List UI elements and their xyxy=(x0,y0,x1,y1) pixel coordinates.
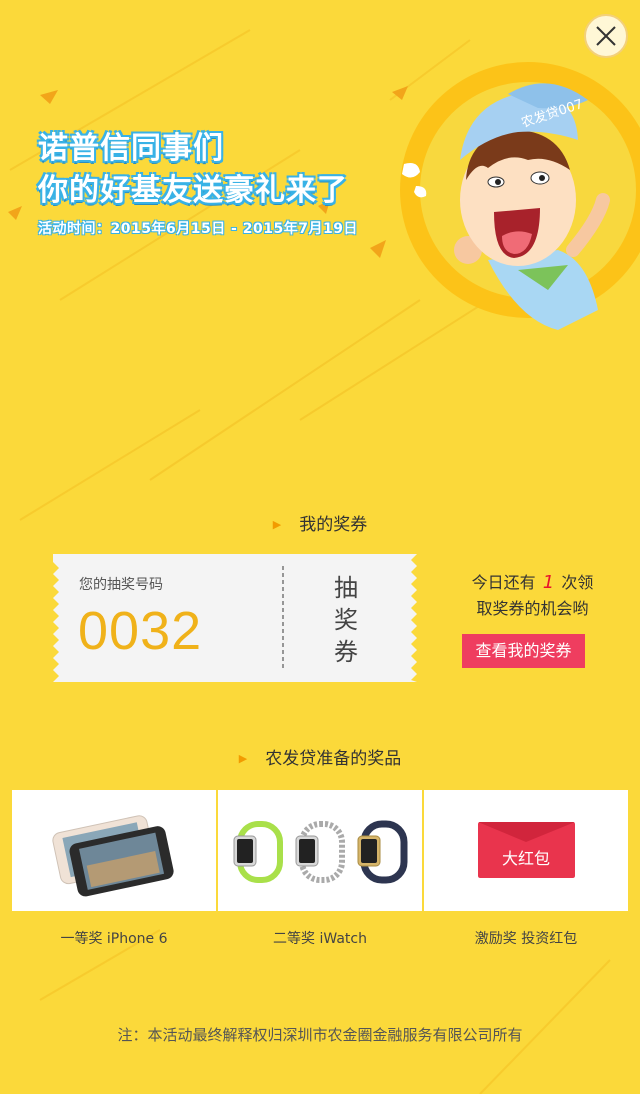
ticket-stub-char: 奖 xyxy=(334,606,358,634)
my-vouchers-title-text: 我的奖券 xyxy=(299,515,368,535)
view-my-vouchers-button[interactable]: 查看我的奖券 xyxy=(462,634,585,668)
iwatch-image xyxy=(233,820,408,884)
footer-note: 注：本活动最终解释权归深圳市农金圈金融服务有限公司所有 xyxy=(117,1026,523,1044)
banner-headline: 诺普信同事们 你的好基友送豪礼来了 活动时间：2015年6月15日 - 2015… xyxy=(38,128,358,238)
prize-label-incentive: 激励奖 投资红包 xyxy=(474,931,578,947)
banner-line-2: 你的好基友送豪礼来了 xyxy=(38,173,348,208)
mascot-illustration: 农发贷007 xyxy=(400,62,640,330)
remaining-chances-notice: 今日还有 1 次领 取奖券的机会哟 xyxy=(445,570,620,622)
notice-prefix: 今日还有 xyxy=(471,573,536,592)
banner-line-1: 诺普信同事们 xyxy=(38,131,224,166)
prizes-title: ▶ 农发贷准备的奖品 xyxy=(0,744,640,769)
close-icon xyxy=(596,26,616,46)
close-button[interactable] xyxy=(584,14,628,58)
iphone-image xyxy=(52,815,174,897)
triangle-right-icon: ▶ xyxy=(238,752,248,765)
remaining-count: 1 xyxy=(542,572,555,593)
red-packet-text: 大红包 xyxy=(502,849,550,868)
activity-date: 活动时间：2015年6月15日 - 2015年7月19日 xyxy=(38,221,358,237)
prize-label-first: 一等奖 iPhone 6 xyxy=(60,931,168,947)
ticket-stub: 抽 奖 券 xyxy=(328,572,364,668)
ticket-stub-char: 抽 xyxy=(334,574,358,602)
notice-suffix: 次领 xyxy=(561,573,594,592)
prizes-title-text: 农发贷准备的奖品 xyxy=(265,749,402,769)
red-packet-image: 大红包 xyxy=(478,822,575,878)
ticket-stub-char: 券 xyxy=(334,638,358,666)
my-vouchers-title: ▶ 我的奖券 xyxy=(0,510,640,535)
triangle-right-icon: ▶ xyxy=(272,518,282,531)
ticket-label: 您的抽奖号码 xyxy=(79,577,163,593)
prize-label-second: 二等奖 iWatch xyxy=(273,931,367,947)
notice-line-2: 取奖券的机会哟 xyxy=(476,599,589,618)
prize-card-second[interactable] xyxy=(218,790,422,911)
prize-card-first[interactable] xyxy=(12,790,216,911)
ticket-number: 0032 xyxy=(78,601,203,661)
